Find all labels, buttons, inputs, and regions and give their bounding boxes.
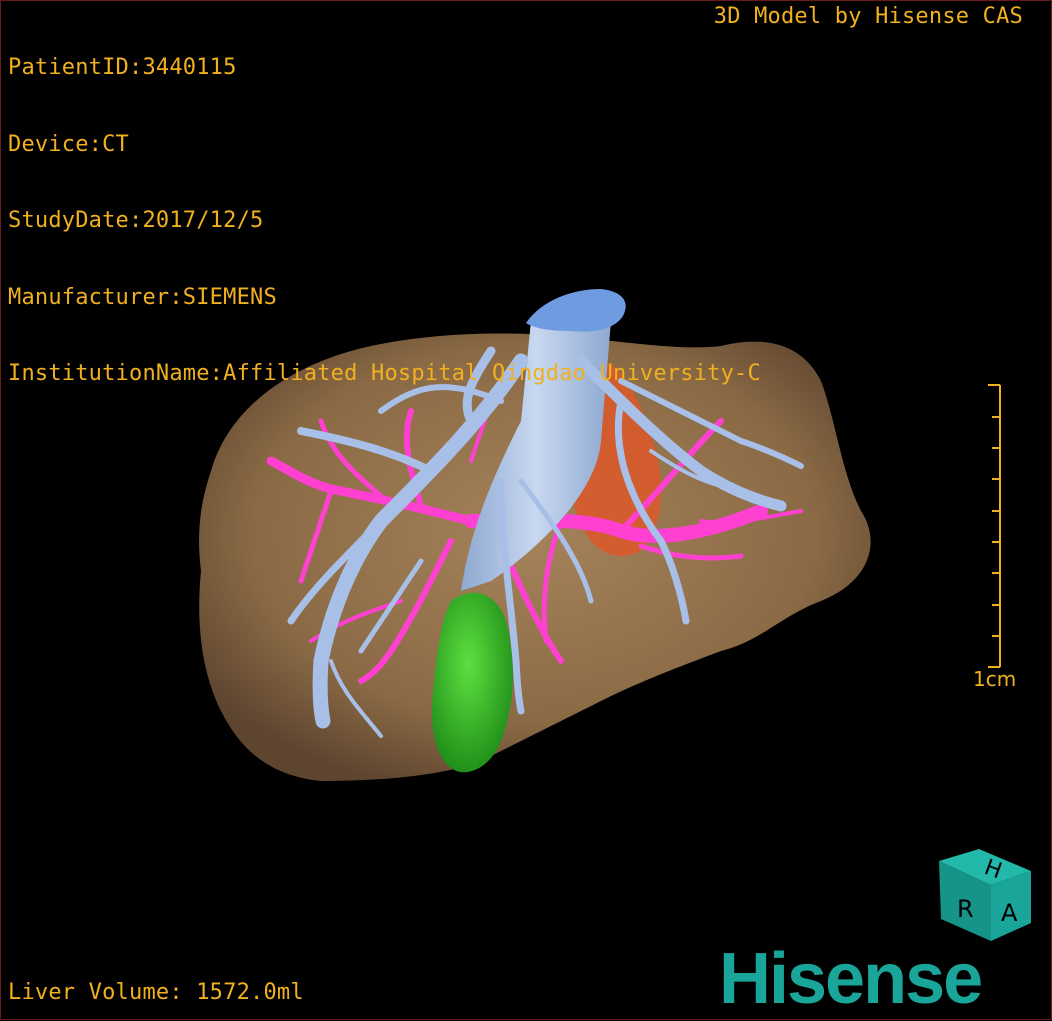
3d-viewport[interactable]: PatientID:3440115 Device:CT StudyDate:20…: [0, 0, 1052, 1020]
cube-face-a: A: [1001, 899, 1018, 927]
patient-info-overlay: PatientID:3440115 Device:CT StudyDate:20…: [8, 4, 761, 438]
study-date: StudyDate:2017/12/5: [8, 208, 264, 233]
model-credit: 3D Model by Hisense CAS: [713, 4, 1023, 29]
scale-bar-label: 1cm: [973, 667, 1017, 691]
manufacturer: Manufacturer:SIEMENS: [8, 284, 277, 310]
cube-face-r: R: [957, 895, 974, 923]
orientation-cube[interactable]: H R A: [931, 841, 1041, 951]
liver-volume: Liver Volume: 1572.0ml: [8, 979, 304, 1005]
scale-bar: [988, 384, 1001, 668]
device: Device:CT: [8, 131, 130, 157]
hisense-logo: Hisense: [719, 939, 983, 1019]
institution-name: InstitutionName:Affiliated Hospital Qing…: [8, 361, 761, 386]
patient-id: PatientID:3440115: [8, 55, 237, 80]
